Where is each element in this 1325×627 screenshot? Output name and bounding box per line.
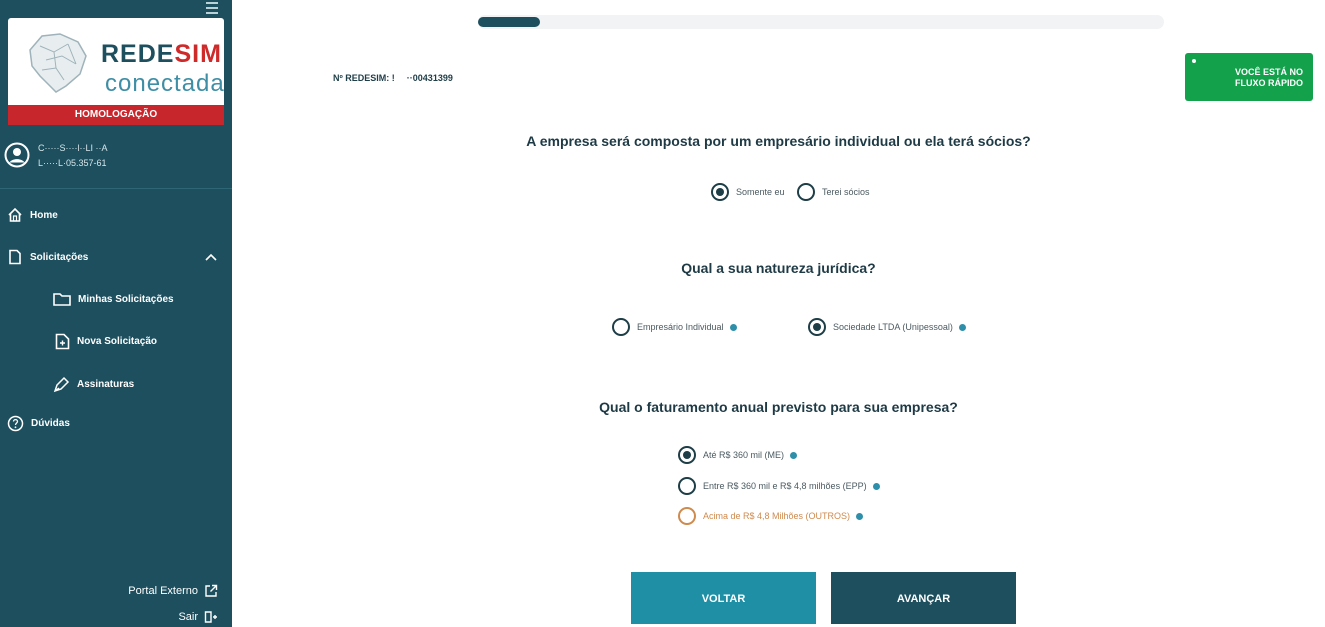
- question-socios: A empresa será composta por um empresári…: [526, 133, 1031, 149]
- radio-label: Acima de R$ 4,8 Milhões (OUTROS): [703, 511, 851, 521]
- radio-label: Até R$ 360 mil (ME): [703, 450, 785, 460]
- radio-checked-icon: [808, 318, 826, 336]
- radio-acima-4-8-milhoes[interactable]: Acima de R$ 4,8 Milhões (OUTROS): [678, 507, 864, 525]
- fluxo-rapido-badge: VOCÊ ESTÁ NO FLUXO RÁPIDO: [1185, 53, 1313, 101]
- portal-externo-label: Portal Externo: [128, 585, 198, 597]
- radio-unchecked-icon: [678, 477, 696, 495]
- home-icon: [8, 207, 22, 222]
- document-icon: [9, 249, 21, 265]
- radio-label: Sociedade LTDA (Unipessoal): [833, 322, 953, 332]
- sidebar-item-label: Home: [30, 209, 58, 221]
- folder-icon: [53, 293, 71, 306]
- signature-pen-icon: [53, 376, 70, 392]
- help-icon: [7, 415, 24, 431]
- radio-unchecked-icon: [797, 183, 815, 201]
- redesim-number: Nº REDESIM: ! ··00431399: [333, 73, 453, 83]
- new-document-icon: [55, 333, 70, 349]
- sidebar-item-duvidas[interactable]: Dúvidas: [7, 412, 70, 434]
- sidebar-item-solicitacoes[interactable]: Solicitações: [7, 246, 88, 268]
- info-icon[interactable]: [729, 323, 737, 331]
- sidebar-item-label: Nova Solicitação: [77, 335, 158, 347]
- avancar-button[interactable]: AVANÇAR: [831, 572, 1016, 624]
- radio-checked-icon: [711, 183, 729, 201]
- radio-label: Empresário Individual: [637, 322, 724, 332]
- question-natureza-juridica: Qual a sua natureza jurídica?: [681, 260, 876, 276]
- info-icon[interactable]: [790, 451, 798, 459]
- radio-checked-icon: [678, 446, 696, 464]
- user-name: C·····S····l··LI ··A: [38, 143, 108, 153]
- radio-empresario-individual[interactable]: Empresário Individual: [612, 318, 737, 336]
- info-icon[interactable]: [958, 323, 966, 331]
- radio-label: Entre R$ 360 mil e R$ 4,8 milhões (EPP): [703, 481, 867, 491]
- portal-externo-link[interactable]: Portal Externo: [128, 584, 218, 598]
- radio-ate-360-mil[interactable]: Até R$ 360 mil (ME): [678, 446, 798, 464]
- sidebar-item-home[interactable]: Home: [7, 204, 58, 226]
- sidebar-item-nova-solicitacao[interactable]: Nova Solicitação: [55, 330, 157, 352]
- user-document: L·····L·05.357-61: [38, 158, 107, 168]
- badge-line-1: VOCÊ ESTÁ NO: [1234, 67, 1303, 77]
- radio-label: Terei sócios: [822, 187, 870, 197]
- user-profile[interactable]: C·····S····l··LI ··A L·····L·05.357-61: [0, 138, 232, 184]
- info-icon[interactable]: [856, 512, 864, 520]
- sidebar-item-assinaturas[interactable]: Assinaturas: [53, 373, 134, 395]
- radio-label: Somente eu: [736, 187, 785, 197]
- sidebar-divider: [0, 188, 232, 189]
- logout-icon: [204, 611, 217, 623]
- brazil-map-icon: [29, 33, 87, 93]
- user-avatar-icon: [4, 142, 30, 168]
- redesim-label: Nº REDESIM: !: [333, 73, 395, 83]
- menu-collapse-icon[interactable]: [206, 2, 218, 14]
- environment-badge: HOMOLOGAÇÃO: [8, 105, 224, 125]
- redesim-logo: REDESIM conectada: [8, 18, 224, 105]
- radio-sociedade-ltda[interactable]: Sociedade LTDA (Unipessoal): [808, 318, 966, 336]
- chevron-up-icon[interactable]: [204, 252, 218, 262]
- sidebar: REDESIM conectada HOMOLOGAÇÃO C·····S···…: [0, 0, 232, 627]
- progress-fill: [478, 17, 540, 27]
- radio-unchecked-icon: [612, 318, 630, 336]
- voltar-button[interactable]: VOLTAR: [631, 572, 816, 624]
- radio-terei-socios[interactable]: Terei sócios: [797, 183, 870, 201]
- info-icon[interactable]: [872, 482, 880, 490]
- sidebar-item-label: Assinaturas: [77, 378, 135, 390]
- logo-wordmark: REDESIM: [101, 40, 222, 68]
- radio-somente-eu[interactable]: Somente eu: [711, 183, 785, 201]
- logo-subtitle: conectada: [105, 70, 225, 97]
- radio-entre-360-mil-e-4-8-milhoes[interactable]: Entre R$ 360 mil e R$ 4,8 milhões (EPP): [678, 477, 880, 495]
- external-link-icon: [205, 584, 218, 597]
- sidebar-item-label: Solicitações: [30, 251, 89, 263]
- question-faturamento: Qual o faturamento anual previsto para s…: [599, 399, 958, 415]
- logout-link[interactable]: Sair: [178, 611, 218, 623]
- logout-label: Sair: [178, 611, 198, 623]
- radio-unchecked-icon: [678, 507, 696, 525]
- badge-dot-icon: [1192, 59, 1196, 63]
- sidebar-item-label: Dúvidas: [31, 417, 70, 429]
- badge-line-2: FLUXO RÁPIDO: [1234, 78, 1303, 88]
- progress-bar: [478, 15, 1164, 29]
- sidebar-item-label: Minhas Solicitações: [78, 293, 174, 305]
- redesim-value: ··00431399: [406, 73, 453, 83]
- sidebar-item-minhas-solicitacoes[interactable]: Minhas Solicitações: [53, 288, 174, 310]
